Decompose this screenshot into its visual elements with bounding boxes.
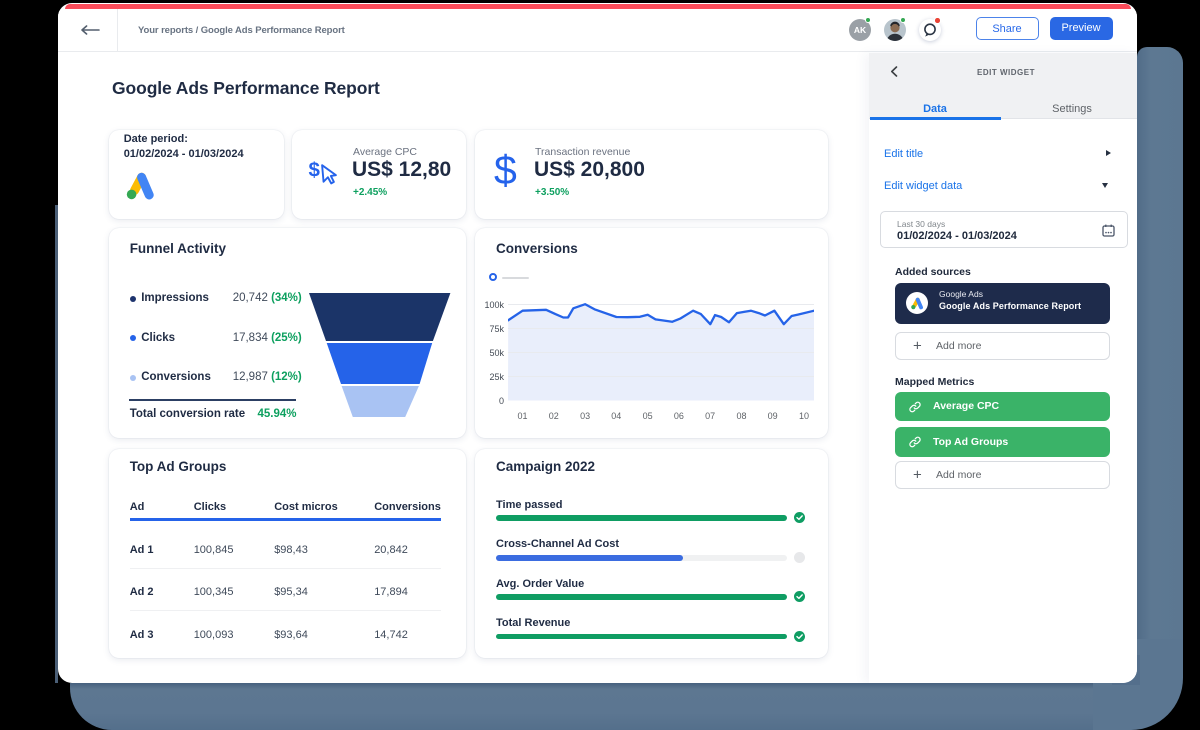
- svg-text:$: $: [309, 158, 321, 181]
- svg-text:$: $: [494, 148, 517, 192]
